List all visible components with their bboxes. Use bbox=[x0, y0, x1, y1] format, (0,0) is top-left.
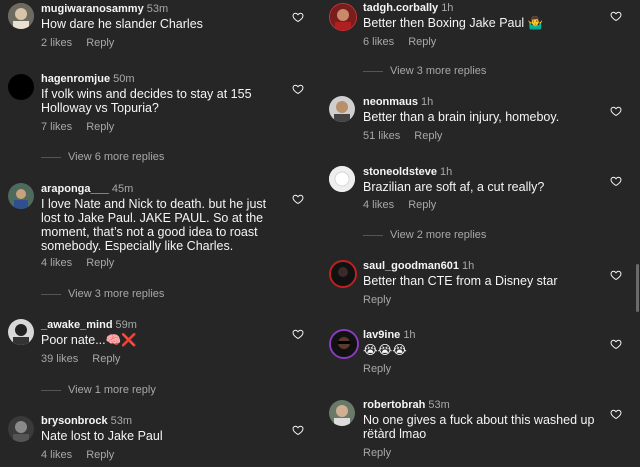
heart-icon[interactable] bbox=[292, 83, 304, 95]
comment-time: 1h bbox=[439, 166, 453, 178]
view-more-replies[interactable]: View 6 more replies bbox=[41, 151, 164, 163]
shrug-emoji: 🤷‍♂️ bbox=[527, 16, 544, 30]
black-avatar[interactable] bbox=[8, 74, 34, 100]
likes-count[interactable]: 4 likes bbox=[363, 199, 394, 211]
comment-time: 1h bbox=[403, 329, 416, 341]
comment-time: 1h bbox=[421, 96, 434, 108]
comment-text: No one gives a fuck about this washed up… bbox=[363, 413, 595, 441]
neon-avatar[interactable] bbox=[329, 96, 355, 122]
likes-count[interactable]: 4 likes bbox=[41, 449, 72, 461]
comment-time: 50m bbox=[113, 73, 135, 85]
likes-count[interactable]: 4 likes bbox=[41, 257, 72, 269]
heart-icon[interactable] bbox=[610, 408, 622, 420]
comment-text: Nate lost to Jake Paul bbox=[41, 429, 163, 443]
comment-time: 45m bbox=[111, 183, 134, 195]
heart-icon[interactable] bbox=[292, 328, 304, 340]
reply-button[interactable]: Reply bbox=[92, 353, 120, 365]
likes-count[interactable]: 7 likes bbox=[41, 121, 72, 133]
comment-username[interactable]: araponga___ bbox=[41, 183, 109, 195]
likes-count[interactable]: 6 likes bbox=[363, 36, 394, 48]
comment-username[interactable]: _awake_mind bbox=[41, 319, 113, 331]
likes-count[interactable]: 2 likes bbox=[41, 37, 72, 49]
comment-text: Better then Boxing Jake Paul bbox=[363, 16, 525, 30]
heart-icon[interactable] bbox=[610, 269, 622, 281]
comment-time: 59m bbox=[115, 319, 137, 331]
heart-icon[interactable] bbox=[610, 105, 622, 117]
heart-icon[interactable] bbox=[610, 338, 622, 350]
awake-avatar[interactable] bbox=[8, 319, 34, 345]
view-more-replies[interactable]: View 2 more replies bbox=[363, 229, 486, 241]
heart-icon[interactable] bbox=[292, 11, 304, 23]
comments-column-left: mugiwaranosammy 53m How dare he slander C… bbox=[0, 0, 320, 467]
reply-button[interactable]: Reply bbox=[408, 36, 436, 48]
default-avatar[interactable] bbox=[329, 166, 355, 192]
reply-button[interactable]: Reply bbox=[86, 37, 114, 49]
cross-emoji: ❌ bbox=[121, 333, 137, 347]
comment-time: 1h bbox=[441, 2, 454, 14]
reply-button[interactable]: Reply bbox=[86, 257, 114, 269]
comment-username[interactable]: stoneoldsteve bbox=[363, 166, 437, 178]
brain-emoji: 🧠 bbox=[105, 333, 122, 347]
scrollbar[interactable] bbox=[636, 264, 639, 312]
reply-button[interactable]: Reply bbox=[86, 121, 114, 133]
comment-username[interactable]: neonmaus bbox=[363, 96, 418, 108]
reply-button[interactable]: Reply bbox=[414, 130, 442, 142]
comment-text: How dare he slander Charles bbox=[41, 17, 203, 31]
likes-count[interactable]: 51 likes bbox=[363, 130, 400, 142]
comment-text: I love Nate and Nick to death. but he ju… bbox=[41, 197, 267, 253]
comment-username[interactable]: saul_goodman601 bbox=[363, 260, 459, 272]
reply-button[interactable]: Reply bbox=[86, 449, 114, 461]
roberto-avatar[interactable] bbox=[329, 400, 355, 426]
tadgh-avatar[interactable] bbox=[329, 3, 357, 31]
heart-icon[interactable] bbox=[292, 193, 304, 205]
saul-avatar[interactable] bbox=[329, 260, 357, 288]
reply-button[interactable]: Reply bbox=[363, 363, 391, 375]
comments-column-right: tadgh.corbally 1h Better then Boxing Jake… bbox=[320, 0, 640, 467]
view-more-replies[interactable]: View 3 more replies bbox=[363, 65, 486, 77]
comment-time: 1h bbox=[461, 260, 475, 272]
likes-count[interactable]: 39 likes bbox=[41, 353, 78, 365]
bryson-avatar[interactable] bbox=[8, 416, 34, 442]
comment-text: Brazilian are soft af, a cut really? bbox=[363, 180, 545, 194]
comment-username[interactable]: mugiwaranosammy bbox=[41, 3, 144, 15]
heart-icon[interactable] bbox=[292, 424, 304, 436]
comment-text: Better than CTE from a Disney star bbox=[363, 274, 558, 288]
comment-time: 53m bbox=[428, 399, 450, 411]
heart-icon[interactable] bbox=[610, 175, 622, 187]
sammy-avatar[interactable] bbox=[8, 3, 34, 29]
reply-button[interactable]: Reply bbox=[363, 447, 391, 459]
lav-avatar[interactable] bbox=[329, 329, 359, 359]
heart-icon[interactable] bbox=[610, 10, 622, 22]
reply-button[interactable]: Reply bbox=[408, 199, 436, 211]
comment-username[interactable]: hagenromjue bbox=[41, 73, 110, 85]
view-more-replies[interactable]: View 1 more reply bbox=[41, 384, 156, 396]
comment-text: Poor nate... bbox=[41, 333, 106, 347]
comment-username[interactable]: lav9ine bbox=[363, 329, 400, 341]
comment-username[interactable]: robertobrah bbox=[363, 399, 425, 411]
comment-text: 😭😭😭 bbox=[363, 343, 407, 357]
comment-username[interactable]: brysonbrock bbox=[41, 415, 108, 427]
comment-time: 53m bbox=[146, 3, 169, 15]
comment-username[interactable]: tadgh.corbally bbox=[363, 2, 438, 14]
comment-text: If volk wins and decides to stay at 155 … bbox=[41, 87, 252, 115]
araponga-avatar[interactable] bbox=[8, 183, 34, 209]
view-more-replies[interactable]: View 3 more replies bbox=[41, 288, 164, 300]
comment-text: Better than a brain injury, homeboy. bbox=[363, 110, 560, 124]
reply-button[interactable]: Reply bbox=[363, 294, 391, 306]
comment-time: 53m bbox=[110, 415, 133, 427]
